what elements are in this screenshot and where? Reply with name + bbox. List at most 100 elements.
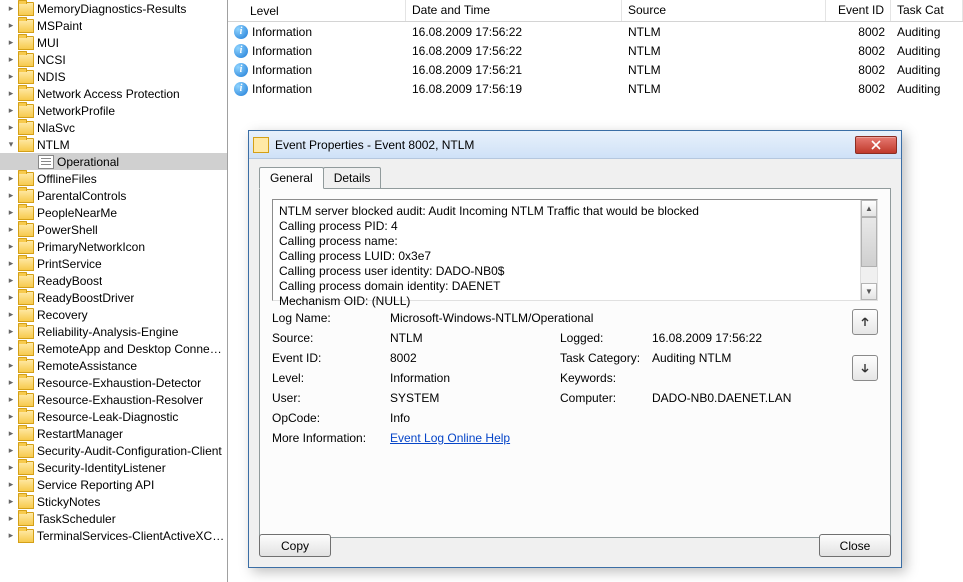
chevron-right-icon[interactable]: ▸ <box>4 206 18 220</box>
column-header-date[interactable]: Date and Time <box>406 0 622 21</box>
column-header-source[interactable]: Source <box>622 0 826 21</box>
scroll-down-icon[interactable]: ▼ <box>861 283 877 300</box>
chevron-right-icon[interactable]: ▸ <box>4 427 18 441</box>
tree-item[interactable]: ▸ Resource-Exhaustion-Detector <box>0 374 227 391</box>
tab-details[interactable]: Details <box>323 167 382 188</box>
chevron-right-icon[interactable]: ▸ <box>4 240 18 254</box>
tree-item-operational[interactable]: Operational <box>0 153 227 170</box>
tree-item-label: Resource-Exhaustion-Detector <box>37 376 201 390</box>
tree-item[interactable]: ▸Recovery <box>0 306 227 323</box>
chevron-right-icon[interactable]: ▸ <box>4 495 18 509</box>
tree-item[interactable]: ▸RemoteApp and Desktop Connectio <box>0 340 227 357</box>
chevron-right-icon[interactable]: ▸ <box>4 393 18 407</box>
chevron-right-icon[interactable]: ▸ <box>4 461 18 475</box>
property-grid: Log Name: Microsoft-Windows-NTLM/Operati… <box>272 311 828 445</box>
tree-item[interactable]: ▸PrimaryNetworkIcon <box>0 238 227 255</box>
cell-level: Information <box>228 24 406 40</box>
chevron-right-icon[interactable]: ▸ <box>4 53 18 67</box>
table-row[interactable]: Information16.08.2009 17:56:22NTLM8002Au… <box>228 41 963 60</box>
tree-item[interactable]: ▸ Reliability-Analysis-Engine <box>0 323 227 340</box>
cell-eventid: 8002 <box>826 43 891 59</box>
chevron-right-icon[interactable]: ▸ <box>4 70 18 84</box>
chevron-right-icon[interactable]: ▸ <box>4 359 18 373</box>
tree-item-label: PrintService <box>37 257 102 271</box>
tree-item[interactable]: ▸RemoteAssistance <box>0 357 227 374</box>
chevron-right-icon[interactable]: ▸ <box>4 444 18 458</box>
event-properties-dialog: Event Properties - Event 8002, NTLM Gene… <box>248 130 902 568</box>
tree-item[interactable]: ▸Resource-Exhaustion-Resolver <box>0 391 227 408</box>
chevron-right-icon[interactable]: ▸ <box>4 36 18 50</box>
close-button[interactable]: Close <box>819 534 891 557</box>
chevron-right-icon[interactable]: ▸ <box>4 121 18 135</box>
chevron-right-icon[interactable]: ▸ <box>4 529 18 543</box>
chevron-right-icon[interactable]: ▸ <box>4 257 18 271</box>
previous-event-button[interactable] <box>852 309 878 335</box>
column-header-eventid[interactable]: Event ID <box>826 0 891 21</box>
chevron-right-icon[interactable]: ▸ <box>4 410 18 424</box>
scrollbar[interactable]: ▲ ▼ <box>860 200 877 300</box>
tree-item[interactable]: ▸TerminalServices-ClientActiveXCore <box>0 527 227 544</box>
tree-item[interactable]: ▸MUI <box>0 34 227 51</box>
table-row[interactable]: Information16.08.2009 17:56:21NTLM8002Au… <box>228 60 963 79</box>
tree-item[interactable]: ▸Network Access Protection <box>0 85 227 102</box>
chevron-right-icon[interactable]: ▸ <box>4 172 18 186</box>
chevron-right-icon[interactable]: ▸ <box>4 291 18 305</box>
chevron-right-icon[interactable]: ▸ <box>4 2 18 16</box>
tree-item[interactable]: ▸TaskScheduler <box>0 510 227 527</box>
chevron-right-icon[interactable]: ▸ <box>4 512 18 526</box>
tree-item[interactable]: ▸Service Reporting API <box>0 476 227 493</box>
event-description-box[interactable]: NTLM server blocked audit: Audit Incomin… <box>272 199 878 301</box>
tree-item[interactable]: ▸ReadyBoost <box>0 272 227 289</box>
chevron-right-icon[interactable]: ▸ <box>4 223 18 237</box>
copy-button[interactable]: Copy <box>259 534 331 557</box>
chevron-right-icon[interactable]: ▸ <box>4 478 18 492</box>
chevron-right-icon[interactable]: ▸ <box>4 308 18 322</box>
tree-item[interactable]: ▸PowerShell <box>0 221 227 238</box>
chevron-right-icon[interactable]: ▸ <box>4 274 18 288</box>
tree-item[interactable]: ▾NTLM <box>0 136 227 153</box>
tree-item-label: ParentalControls <box>37 189 126 203</box>
tree-item[interactable]: ▸Resource-Leak-Diagnostic <box>0 408 227 425</box>
tree-item[interactable]: ▸NetworkProfile <box>0 102 227 119</box>
link-event-log-online-help[interactable]: Event Log Online Help <box>390 431 510 445</box>
tree-item[interactable]: ▸NDIS <box>0 68 227 85</box>
tab-general[interactable]: General <box>259 167 324 189</box>
chevron-right-icon[interactable]: ▸ <box>4 325 18 339</box>
tree-item[interactable]: ▸RestartManager <box>0 425 227 442</box>
scroll-thumb[interactable] <box>861 217 877 267</box>
chevron-right-icon[interactable]: ▸ <box>4 87 18 101</box>
tree-item[interactable]: ▸MemoryDiagnostics-Results <box>0 0 227 17</box>
tree-item[interactable]: ▸ PrintService <box>0 255 227 272</box>
folder-icon <box>18 121 34 135</box>
scroll-up-icon[interactable]: ▲ <box>861 200 877 217</box>
tabstrip: General Details <box>259 167 891 188</box>
cell-level: Information <box>228 81 406 97</box>
tree-item[interactable]: ▸StickyNotes <box>0 493 227 510</box>
chevron-right-icon[interactable]: ▸ <box>4 104 18 118</box>
close-icon[interactable] <box>855 136 897 154</box>
tree-item[interactable]: ▸PeopleNearMe <box>0 204 227 221</box>
tree-item[interactable]: ▸Security-IdentityListener <box>0 459 227 476</box>
folder-icon <box>18 342 34 356</box>
column-header-taskcat[interactable]: Task Cat <box>891 0 963 21</box>
tree-item[interactable]: ▸NlaSvc <box>0 119 227 136</box>
chevron-down-icon[interactable]: ▾ <box>4 138 18 152</box>
next-event-button[interactable] <box>852 355 878 381</box>
dialog-titlebar[interactable]: Event Properties - Event 8002, NTLM <box>249 131 901 159</box>
chevron-right-icon[interactable]: ▸ <box>4 376 18 390</box>
tree-item[interactable]: ▸ReadyBoostDriver <box>0 289 227 306</box>
table-row[interactable]: Information16.08.2009 17:56:19NTLM8002Au… <box>228 79 963 98</box>
tree-item[interactable]: ▸OfflineFiles <box>0 170 227 187</box>
table-row[interactable]: Information16.08.2009 17:56:22NTLM8002Au… <box>228 22 963 41</box>
info-icon <box>234 25 248 39</box>
column-header-level[interactable]: Level <box>228 0 406 21</box>
tree-item[interactable]: ▸NCSI <box>0 51 227 68</box>
tree-item[interactable]: ▸Security-Audit-Configuration-Client <box>0 442 227 459</box>
chevron-right-icon[interactable]: ▸ <box>4 342 18 356</box>
chevron-right-icon[interactable]: ▸ <box>4 19 18 33</box>
tree-item-label: Reliability-Analysis-Engine <box>37 325 178 339</box>
tree-item[interactable]: ▸MSPaint <box>0 17 227 34</box>
folder-icon <box>18 240 34 254</box>
chevron-right-icon[interactable]: ▸ <box>4 189 18 203</box>
tree-item[interactable]: ▸ ParentalControls <box>0 187 227 204</box>
